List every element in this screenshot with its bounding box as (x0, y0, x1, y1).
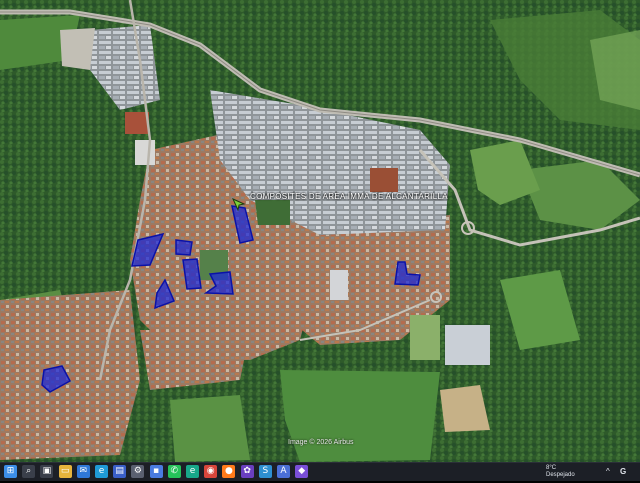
parcel-3 (182, 258, 202, 290)
weather-icon[interactable] (530, 463, 544, 481)
store-icon[interactable]: ▤ (113, 465, 127, 478)
tray-app-icon[interactable]: G (620, 463, 634, 481)
parcel-2 (175, 239, 193, 256)
maps-app-icon[interactable]: ✿ (240, 465, 254, 478)
mail-icon[interactable]: ✉ (76, 465, 90, 478)
windows-start-icon[interactable]: ⊞ (4, 465, 17, 478)
chrome-icon[interactable]: ◉ (204, 465, 218, 478)
swiftkey-icon[interactable]: S (258, 465, 272, 478)
sound-app-icon[interactable]: ◆ (295, 465, 309, 478)
place-label[interactable]: COMPOSITES DE AREA IMMA DE ALCANTARILLA (250, 192, 448, 201)
save-icon[interactable]: ▪ (149, 465, 163, 478)
file-explorer-icon[interactable]: ▭ (58, 465, 72, 478)
task-view-icon[interactable]: ▣ (40, 465, 54, 478)
weather-widget[interactable]: 8°C Despejado (546, 465, 586, 483)
weather-desc: Despejado (546, 472, 575, 478)
tray-overflow-icon[interactable]: ^ (606, 463, 614, 481)
settings-icon[interactable]: ⚙ (131, 465, 145, 478)
weather-temp: 8°C (546, 465, 557, 471)
firefox-icon[interactable]: ● (222, 465, 236, 478)
place-marker-icon[interactable] (232, 198, 246, 212)
search-icon[interactable]: ⌕ (22, 465, 36, 478)
taskbar: ⊞ ⌕ ▣ ▭ ✉ e ▤ ⚙ ▪ ✆ e ◉ ● ✿ S A ◆ 8°C Despejado ^ G (0, 462, 640, 481)
edge-alt-icon[interactable]: e (186, 465, 199, 478)
satellite-imagery (0, 0, 640, 462)
whatsapp-icon[interactable]: ✆ (167, 465, 181, 478)
edge-browser-icon[interactable]: e (95, 465, 108, 478)
satellite-map[interactable]: COMPOSITES DE AREA IMMA DE ALCANTARILLA … (0, 0, 640, 462)
imagery-attribution: Image © 2026 Airbus (288, 439, 354, 446)
text-app-icon[interactable]: A (277, 465, 290, 478)
